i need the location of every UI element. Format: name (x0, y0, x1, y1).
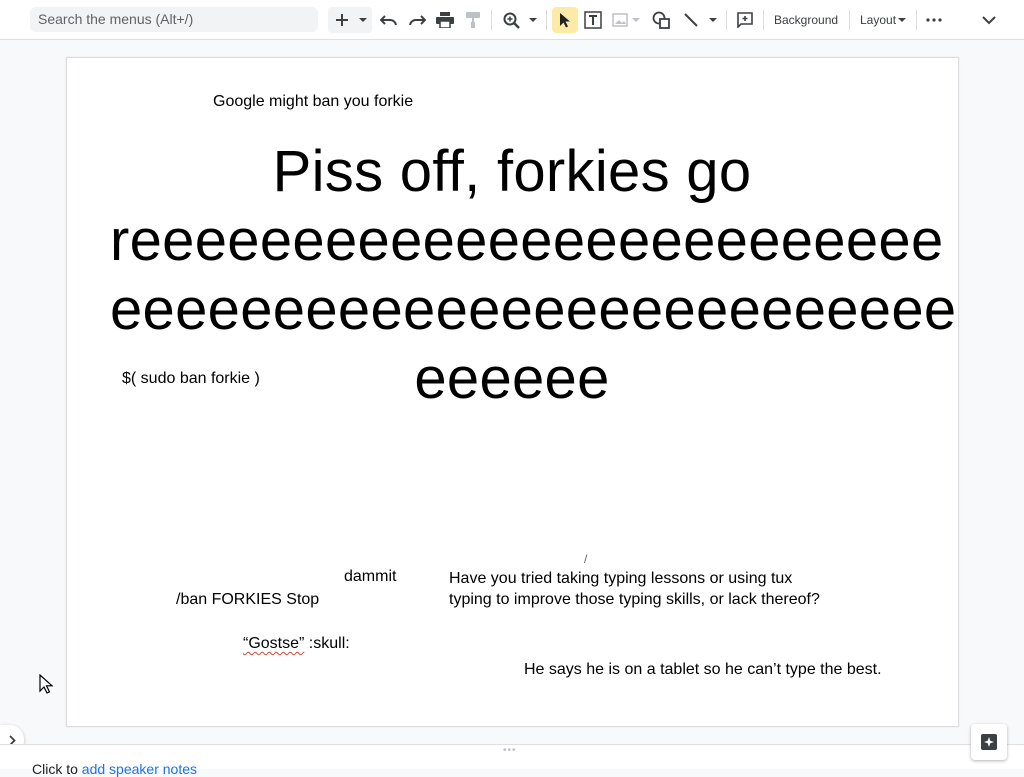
divider (546, 10, 547, 30)
image-dropdown-icon[interactable] (630, 8, 642, 32)
divider (726, 10, 727, 30)
more-icon[interactable] (922, 8, 946, 32)
divider (916, 10, 917, 30)
slash-mark: / (584, 552, 588, 566)
mouse-cursor-icon (39, 673, 54, 699)
image-icon[interactable] (610, 8, 630, 32)
undo-icon[interactable] (378, 8, 400, 32)
line-icon[interactable] (680, 8, 702, 32)
search-menus-input[interactable] (30, 7, 318, 32)
notes-prefix: Click to (32, 761, 82, 777)
speaker-notes-placeholder[interactable]: Click to add speaker notes (32, 761, 197, 777)
text-dammit[interactable]: dammit (344, 567, 396, 587)
line-dropdown-icon[interactable] (706, 8, 720, 32)
shape-icon[interactable] (650, 8, 672, 32)
layout-dropdown-icon[interactable] (896, 8, 908, 32)
divider (491, 10, 492, 30)
text-typing-line1[interactable]: Have you tried taking typing lessons or … (449, 569, 792, 589)
add-speaker-notes-link[interactable]: add speaker notes (82, 761, 197, 777)
explore-icon (981, 734, 997, 750)
text-google-ban[interactable]: Google might ban you forkie (213, 92, 413, 112)
spellcheck-word: “Gostse” (243, 635, 305, 652)
zoom-icon[interactable] (500, 8, 522, 32)
text-ban-forkies[interactable]: /ban FORKIES Stop (176, 590, 319, 610)
text-skull: :skull: (304, 635, 350, 652)
toolbar: Background Layout (0, 0, 1024, 40)
text-gostse[interactable]: “Gostse” :skull: (243, 634, 350, 654)
new-slide-dropdown-icon[interactable] (356, 8, 370, 32)
layout-button[interactable]: Layout (860, 12, 896, 28)
collapse-icon[interactable] (978, 8, 1000, 32)
text-box-icon[interactable] (582, 8, 604, 32)
text-tablet[interactable]: He says he is on a tablet so he can’t ty… (524, 660, 882, 680)
text-main-heading[interactable]: Piss off, forkies go reeeeeeeeeeeeeeeeee… (110, 137, 956, 413)
notes-resize-handle[interactable]: ••• (503, 745, 517, 756)
explore-button[interactable] (971, 724, 1007, 760)
select-icon[interactable] (554, 8, 576, 32)
redo-icon[interactable] (406, 8, 428, 32)
paint-format-icon[interactable] (462, 8, 484, 32)
comment-icon[interactable] (734, 8, 756, 32)
divider (763, 10, 764, 30)
text-typing-line2[interactable]: typing to improve those typing skills, o… (449, 590, 820, 610)
divider (849, 10, 850, 30)
plus-icon[interactable] (332, 8, 352, 32)
zoom-dropdown-icon[interactable] (526, 8, 540, 32)
print-icon[interactable] (434, 8, 456, 32)
background-button[interactable]: Background (774, 12, 838, 28)
